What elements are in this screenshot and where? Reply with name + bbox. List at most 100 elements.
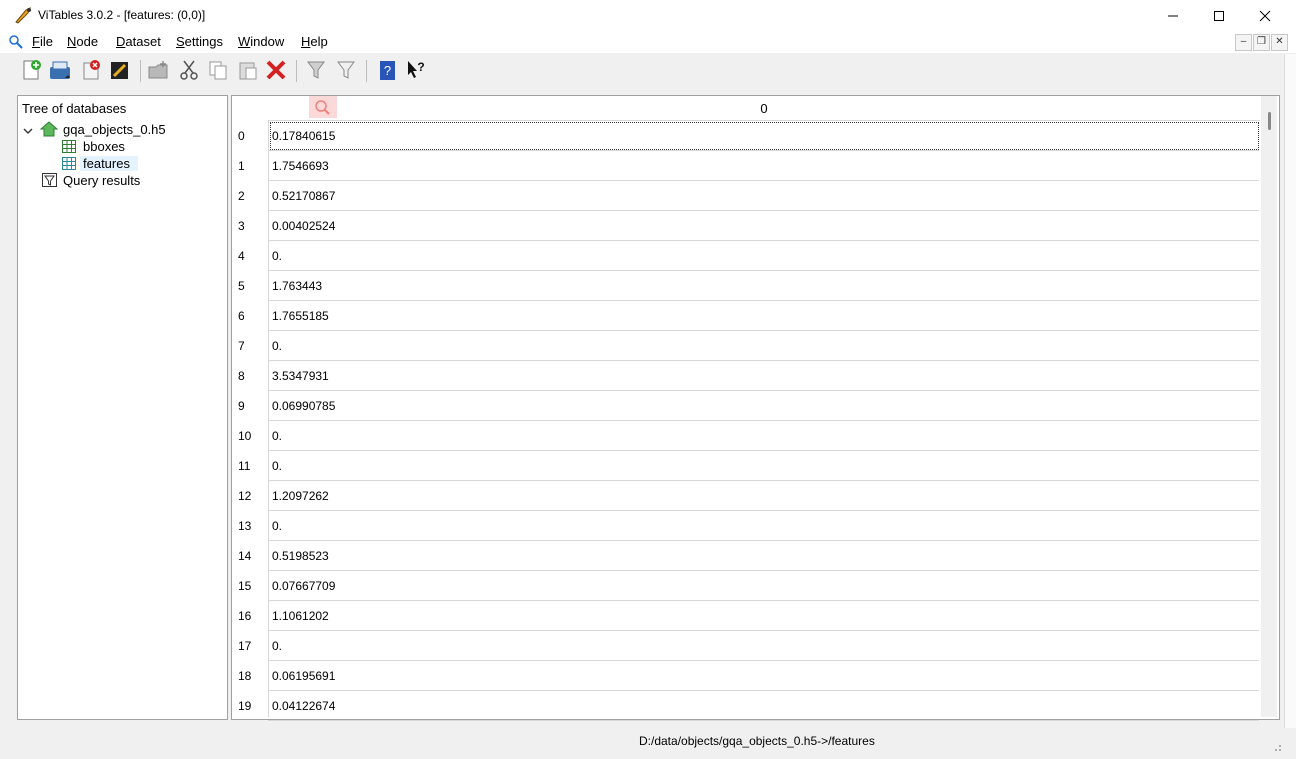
menu-help[interactable]: Help [301,34,328,49]
table-row[interactable]: 14 0.5198523 [232,541,1260,571]
table-cell[interactable]: 0. [268,241,1259,271]
menu-settings[interactable]: Settings [176,34,223,49]
save-as-button[interactable] [106,57,132,83]
table-cell[interactable]: 0.5198523 [268,541,1259,571]
new-folder-icon [148,61,168,79]
maximize-icon [1214,10,1224,21]
cell-value: 0.5198523 [272,549,329,563]
toolbar-separator [366,60,367,82]
close-file-button[interactable] [78,57,104,83]
vertical-scrollbar[interactable] [1261,96,1277,717]
query-results-icon [42,173,58,191]
tree-dataset-features[interactable]: features [83,156,130,171]
tree-file-node[interactable]: gqa_objects_0.h5 [63,122,166,137]
paste-icon [239,62,257,80]
menu-file[interactable]: File [32,34,53,49]
cell-value: 0. [272,429,283,443]
row-index: 6 [238,309,245,323]
zoom-icon[interactable] [8,34,24,53]
table-row[interactable]: 10 0. [232,421,1260,451]
table-row[interactable]: 11 0. [232,451,1260,481]
close-button[interactable] [1242,0,1288,31]
table-cell[interactable]: 1.1061202 [268,601,1259,631]
table-row[interactable]: 9 0.06990785 [232,391,1260,421]
cut-button[interactable] [176,57,202,83]
table-row[interactable]: 7 0. [232,331,1260,361]
copy-button[interactable] [205,57,231,83]
table-row[interactable]: 5 1.763443 [232,271,1260,301]
table-cell[interactable]: 0.06990785 [268,391,1259,421]
column-header-label: 0 [760,100,768,116]
table-cell[interactable]: 0.04122674 [268,691,1259,721]
tree-dataset-bboxes[interactable]: bboxes [83,139,125,154]
table-cell[interactable]: 0.06195691 [268,661,1259,691]
table-cell[interactable]: 0. [268,421,1259,451]
table-row[interactable]: 8 3.5347931 [232,361,1260,391]
help-book-icon: ? [380,61,395,80]
copy-icon [209,61,227,80]
save-as-icon [111,62,128,79]
open-file-button[interactable] [47,57,73,83]
new-file-button[interactable] [18,57,44,83]
table-cell[interactable]: 0.07667709 [268,571,1259,601]
table-cell[interactable]: 1.763443 [268,271,1259,301]
vitables-app-icon[interactable] [14,6,34,24]
table-row[interactable]: 3 0.00402524 [232,211,1260,241]
minimize-button[interactable] [1150,0,1196,31]
background-window-edge [1284,54,1296,759]
table-cell[interactable]: 3.5347931 [268,361,1259,391]
table-row[interactable]: 16 1.1061202 [232,601,1260,631]
user-guide-button[interactable]: ? [374,57,400,83]
chevron-down-icon[interactable] [23,124,33,139]
row-index: 11 [238,459,251,473]
new-group-button[interactable] [146,57,172,83]
table-row[interactable]: 4 0. [232,241,1260,271]
row-index: 9 [238,399,245,413]
whats-this-button[interactable]: ? [403,57,429,83]
table-row[interactable]: 2 0.52170867 [232,181,1260,211]
table-cell[interactable]: 0. [268,451,1259,481]
table-cell[interactable]: 0. [268,511,1259,541]
cell-value: 0.07667709 [272,579,336,593]
tree-query-results[interactable]: Query results [63,173,140,188]
table-row[interactable]: 6 1.7655185 [232,301,1260,331]
table-row[interactable]: 15 0.07667709 [232,571,1260,601]
svg-text:?: ? [384,63,391,78]
row-index: 19 [238,699,252,713]
menu-dataset[interactable]: Dataset [116,34,161,49]
scrollbar-thumb[interactable] [1268,112,1271,130]
toolbar-separator [140,60,141,82]
close-icon [1259,10,1271,21]
mdi-minimize-button[interactable]: – [1235,34,1252,51]
table-cell[interactable]: 0.52170867 [268,181,1259,211]
table-cell[interactable]: 1.7655185 [268,301,1259,331]
table-row[interactable]: 18 0.06195691 [232,661,1260,691]
query-button[interactable] [303,57,329,83]
table-cell[interactable]: 0.00402524 [268,211,1259,241]
row-index: 14 [238,549,252,563]
table-row[interactable]: 17 0. [232,631,1260,661]
table-row[interactable]: 19 0.04122674 [232,691,1260,721]
delete-query-button[interactable] [333,57,359,83]
table-row[interactable]: 13 0. [232,511,1260,541]
table-cell[interactable]: 1.2097262 [268,481,1259,511]
table-cell[interactable]: 0. [268,331,1259,361]
column-header-0[interactable]: 0 [268,96,1260,121]
maximize-button[interactable] [1196,0,1242,31]
table-row[interactable]: 1 1.7546693 [232,151,1260,181]
table-cell[interactable]: 1.7546693 [268,151,1259,181]
selected-cell [270,122,1259,150]
delete-button[interactable] [263,57,289,83]
table-cell[interactable]: 0. [268,631,1259,661]
table-row[interactable]: 12 1.2097262 [232,481,1260,511]
paste-button[interactable] [235,57,261,83]
cell-value: 1.7546693 [272,159,329,173]
mdi-restore-button[interactable]: ❐ [1253,34,1270,51]
scissors-icon [180,60,198,80]
resize-grip-icon[interactable] [1272,740,1282,755]
row-index: 8 [238,369,245,383]
mdi-close-button[interactable]: ✕ [1271,34,1288,51]
cell-value: 3.5347931 [272,369,329,383]
menu-window[interactable]: Window [238,34,284,49]
menu-node[interactable]: Node [67,34,98,49]
